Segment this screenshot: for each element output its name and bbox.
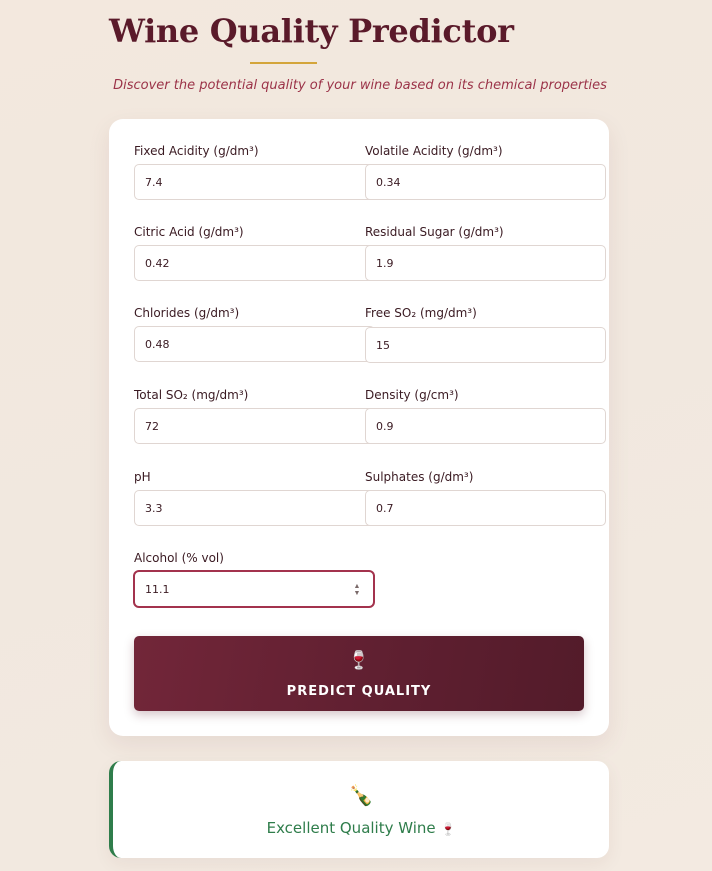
total-so2-input[interactable]: [134, 408, 375, 444]
density-input[interactable]: [365, 408, 606, 444]
stepper-down-icon[interactable]: ▼: [352, 590, 362, 597]
ph-label: pH: [134, 470, 151, 484]
wine-glass-small-icon: 🍷: [440, 822, 456, 836]
sulphates-label: Sulphates (g/dm³): [365, 470, 474, 484]
result-label: Excellent Quality Wine: [266, 819, 436, 837]
champagne-bottle-icon: 🍾: [348, 785, 374, 807]
result-text: Excellent Quality Wine 🍷: [113, 819, 609, 837]
sulphates-input[interactable]: [365, 490, 606, 526]
residual-sugar-label: Residual Sugar (g/dm³): [365, 225, 504, 239]
citric-acid-input[interactable]: [134, 245, 375, 281]
volatile-acidity-label: Volatile Acidity (g/dm³): [365, 144, 503, 158]
fixed-acidity-label: Fixed Acidity (g/dm³): [134, 144, 259, 158]
alcohol-label: Alcohol (% vol): [134, 551, 224, 565]
free-so2-label: Free SO₂ (mg/dm³): [365, 306, 477, 320]
total-so2-label: Total SO₂ (mg/dm³): [134, 388, 249, 402]
free-so2-input[interactable]: [365, 327, 606, 363]
result-card: 🍾 Excellent Quality Wine 🍷: [109, 761, 609, 858]
chlorides-label: Chlorides (g/dm³): [134, 306, 240, 320]
alcohol-stepper[interactable]: ▲ ▼: [352, 583, 362, 597]
wine-glass-icon: 🍷: [347, 650, 371, 670]
title-underline: [250, 62, 317, 64]
predict-button-label: PREDICT QUALITY: [286, 684, 432, 699]
predict-quality-button[interactable]: 🍷 PREDICT QUALITY: [134, 636, 584, 711]
page-subtitle: Discover the potential quality of your w…: [113, 78, 607, 93]
fixed-acidity-input[interactable]: [134, 164, 375, 200]
chlorides-input[interactable]: [134, 326, 375, 362]
ph-input[interactable]: [134, 490, 375, 526]
stepper-up-icon[interactable]: ▲: [352, 583, 362, 590]
page-title: Wine Quality Predictor: [109, 12, 514, 50]
residual-sugar-input[interactable]: [365, 245, 606, 281]
alcohol-input[interactable]: [134, 571, 374, 607]
density-label: Density (g/cm³): [365, 388, 459, 402]
citric-acid-label: Citric Acid (g/dm³): [134, 225, 244, 239]
volatile-acidity-input[interactable]: [365, 164, 606, 200]
